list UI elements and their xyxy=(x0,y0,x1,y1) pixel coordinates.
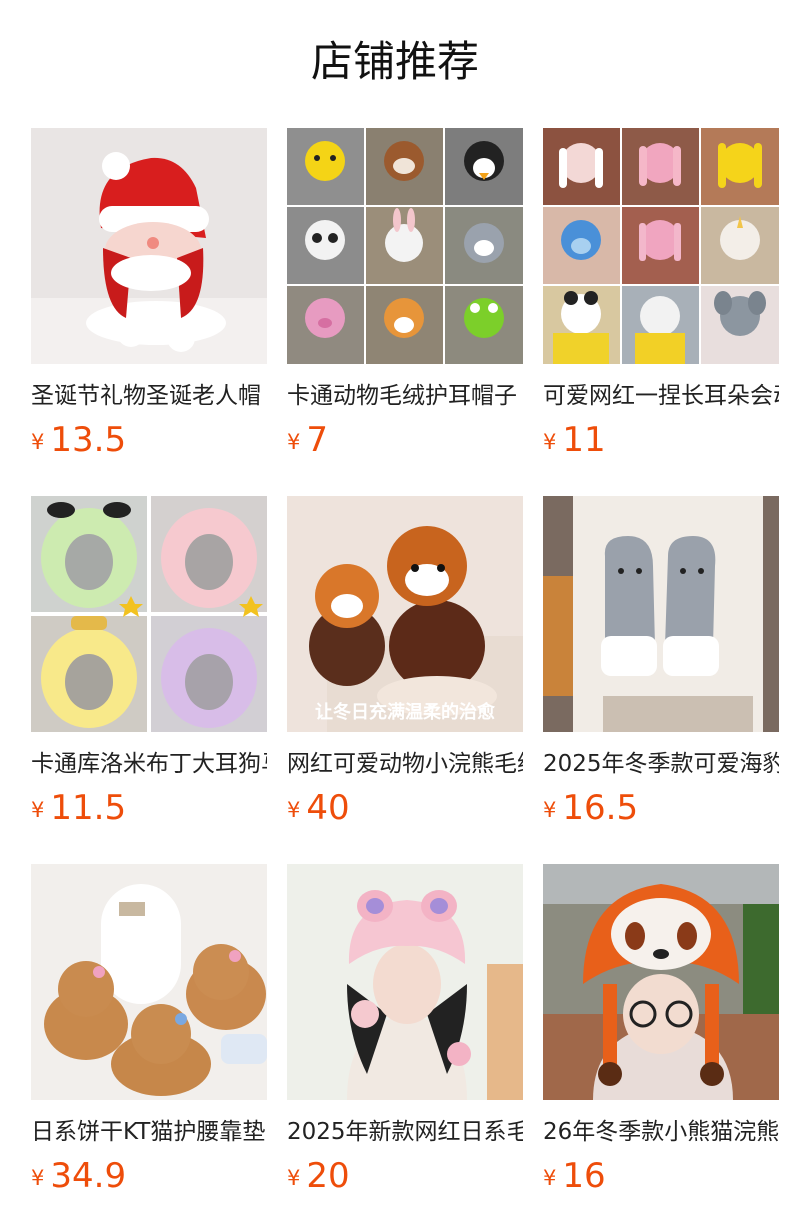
product-card[interactable]: 卡通库洛米布丁大耳狗马桶垫 ¥11.5 xyxy=(31,496,267,864)
product-card[interactable]: 26年冬季款小熊猫浣熊帽子 ¥16 xyxy=(543,864,779,1232)
product-name: 卡通动物毛绒护耳帽子 xyxy=(287,383,517,409)
price-value: 11 xyxy=(562,420,606,460)
product-image[interactable] xyxy=(543,864,779,1100)
currency-symbol: ¥ xyxy=(543,798,557,822)
product-name: 圣诞节礼物圣诞老人帽 xyxy=(31,383,261,409)
product-image[interactable] xyxy=(31,864,267,1100)
product-card[interactable]: 日系饼干KT猫护腰靠垫 ¥34.9 xyxy=(31,864,267,1232)
product-image[interactable] xyxy=(31,128,267,364)
product-image[interactable] xyxy=(287,128,523,364)
product-price: ¥11 xyxy=(543,418,779,462)
product-image[interactable] xyxy=(543,128,779,364)
product-card[interactable]: 可爱网红一捏长耳朵会动帽子 ¥11 xyxy=(543,128,779,496)
product-price: ¥20 xyxy=(287,1154,523,1198)
image-overlay-caption: 让冬日充满温柔的治愈 xyxy=(315,701,496,723)
product-name: 卡通库洛米布丁大耳狗马桶垫 xyxy=(31,751,267,777)
section-title: 店铺推荐 xyxy=(310,37,479,86)
product-price: ¥34.9 xyxy=(31,1154,267,1198)
product-card[interactable]: 圣诞节礼物圣诞老人帽 ¥13.5 xyxy=(31,128,267,496)
product-name: 2025年新款网红日系毛绒帽 xyxy=(287,1119,523,1145)
price-value: 16.5 xyxy=(562,788,639,828)
product-image[interactable]: 让冬日充满温柔的治愈 xyxy=(287,496,523,732)
currency-symbol: ¥ xyxy=(31,430,45,454)
product-image[interactable] xyxy=(31,496,267,732)
product-price: ¥40 xyxy=(287,786,523,830)
product-card[interactable]: 让冬日充满温柔的治愈 网红可爱动物小浣熊毛绒玩具 ¥40 xyxy=(287,496,523,864)
product-price: ¥13.5 xyxy=(31,418,267,462)
currency-symbol: ¥ xyxy=(31,798,45,822)
product-name: 可爱网红一捏长耳朵会动帽子 xyxy=(543,383,779,409)
product-price: ¥7 xyxy=(287,418,523,462)
product-name: 日系饼干KT猫护腰靠垫 xyxy=(31,1119,266,1145)
price-value: 34.9 xyxy=(50,1156,127,1196)
price-value: 11.5 xyxy=(50,788,127,828)
price-value: 16 xyxy=(562,1156,606,1196)
product-price: ¥11.5 xyxy=(31,786,267,830)
product-name: 26年冬季款小熊猫浣熊帽子 xyxy=(543,1119,779,1145)
currency-symbol: ¥ xyxy=(543,1166,557,1190)
product-price: ¥16 xyxy=(543,1154,779,1198)
currency-symbol: ¥ xyxy=(287,430,301,454)
price-value: 13.5 xyxy=(50,420,127,460)
product-name: 网红可爱动物小浣熊毛绒玩具 xyxy=(287,751,523,777)
product-image[interactable] xyxy=(287,864,523,1100)
price-value: 7 xyxy=(306,420,329,460)
currency-symbol: ¥ xyxy=(287,798,301,822)
currency-symbol: ¥ xyxy=(287,1166,301,1190)
product-card[interactable]: 卡通动物毛绒护耳帽子 ¥7 xyxy=(287,128,523,496)
product-price: ¥16.5 xyxy=(543,786,779,830)
price-value: 20 xyxy=(306,1156,350,1196)
currency-symbol: ¥ xyxy=(543,430,557,454)
product-card[interactable]: 2025年冬季款可爱海豹手套 ¥16.5 xyxy=(543,496,779,864)
product-image[interactable] xyxy=(543,496,779,732)
product-grid: 圣诞节礼物圣诞老人帽 ¥13.5 卡通动物毛绒护耳帽子 ¥ 7 可爱网红一捏长耳… xyxy=(31,128,779,1232)
product-name: 2025年冬季款可爱海豹手套 xyxy=(543,751,779,777)
price-value: 40 xyxy=(306,788,350,828)
product-card[interactable]: 2025年新款网红日系毛绒帽 ¥20 xyxy=(287,864,523,1232)
currency-symbol: ¥ xyxy=(31,1166,45,1190)
